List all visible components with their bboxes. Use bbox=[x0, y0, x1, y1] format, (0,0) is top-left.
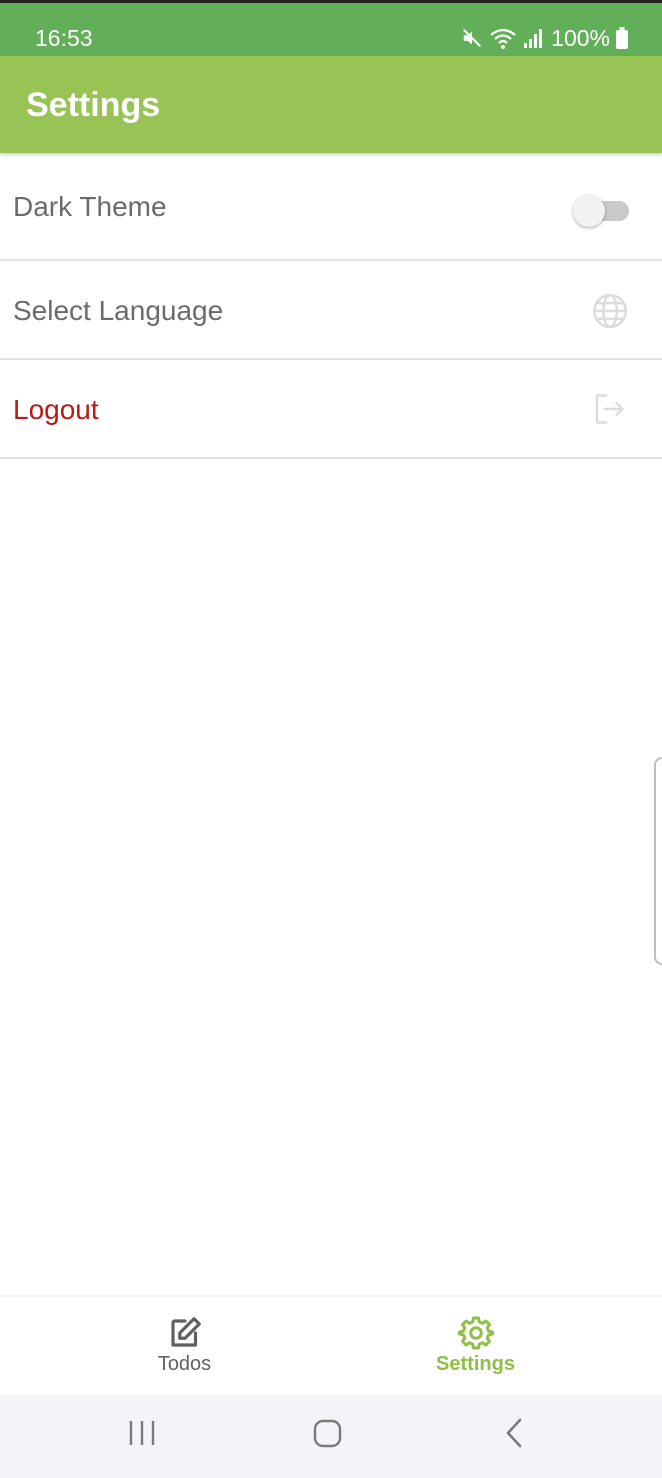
status-time: 16:53 bbox=[35, 25, 93, 51]
dark-theme-toggle[interactable] bbox=[573, 193, 629, 227]
settings-row-logout[interactable]: Logout bbox=[0, 360, 662, 459]
tab-settings-label: Settings bbox=[436, 1353, 515, 1375]
select-language-label: Select Language bbox=[13, 295, 224, 326]
toggle-thumb bbox=[573, 195, 605, 227]
status-bar-edge bbox=[0, 0, 662, 3]
status-bar: 16:53 100% bbox=[0, 0, 662, 56]
recents-icon[interactable] bbox=[128, 1417, 156, 1454]
signal-icon bbox=[523, 27, 543, 49]
app-bar: Settings bbox=[0, 56, 662, 153]
mute-icon bbox=[461, 27, 483, 49]
gear-icon bbox=[458, 1315, 494, 1356]
battery-percent: 100% bbox=[551, 24, 610, 51]
bottom-tab-bar: Todos Settings bbox=[0, 1295, 662, 1395]
dark-theme-label: Dark Theme bbox=[13, 191, 167, 222]
back-icon[interactable] bbox=[502, 1417, 526, 1454]
logout-label: Logout bbox=[13, 394, 99, 425]
home-icon[interactable] bbox=[312, 1417, 344, 1454]
status-icons: 100% bbox=[461, 24, 628, 52]
tab-settings[interactable]: Settings bbox=[310, 1297, 641, 1395]
edge-panel-handle[interactable] bbox=[654, 757, 662, 965]
wifi-icon bbox=[489, 26, 517, 50]
battery-icon bbox=[616, 27, 628, 49]
globe-icon bbox=[591, 292, 629, 335]
tab-todos[interactable]: Todos bbox=[19, 1297, 350, 1395]
settings-row-language[interactable]: Select Language bbox=[0, 261, 662, 360]
page-title: Settings bbox=[26, 86, 161, 124]
tab-todos-label: Todos bbox=[157, 1353, 212, 1375]
system-nav-bar bbox=[0, 1395, 662, 1478]
edit-icon bbox=[167, 1315, 203, 1356]
settings-row-dark-theme[interactable]: Dark Theme bbox=[0, 153, 662, 261]
logout-icon bbox=[591, 391, 627, 432]
